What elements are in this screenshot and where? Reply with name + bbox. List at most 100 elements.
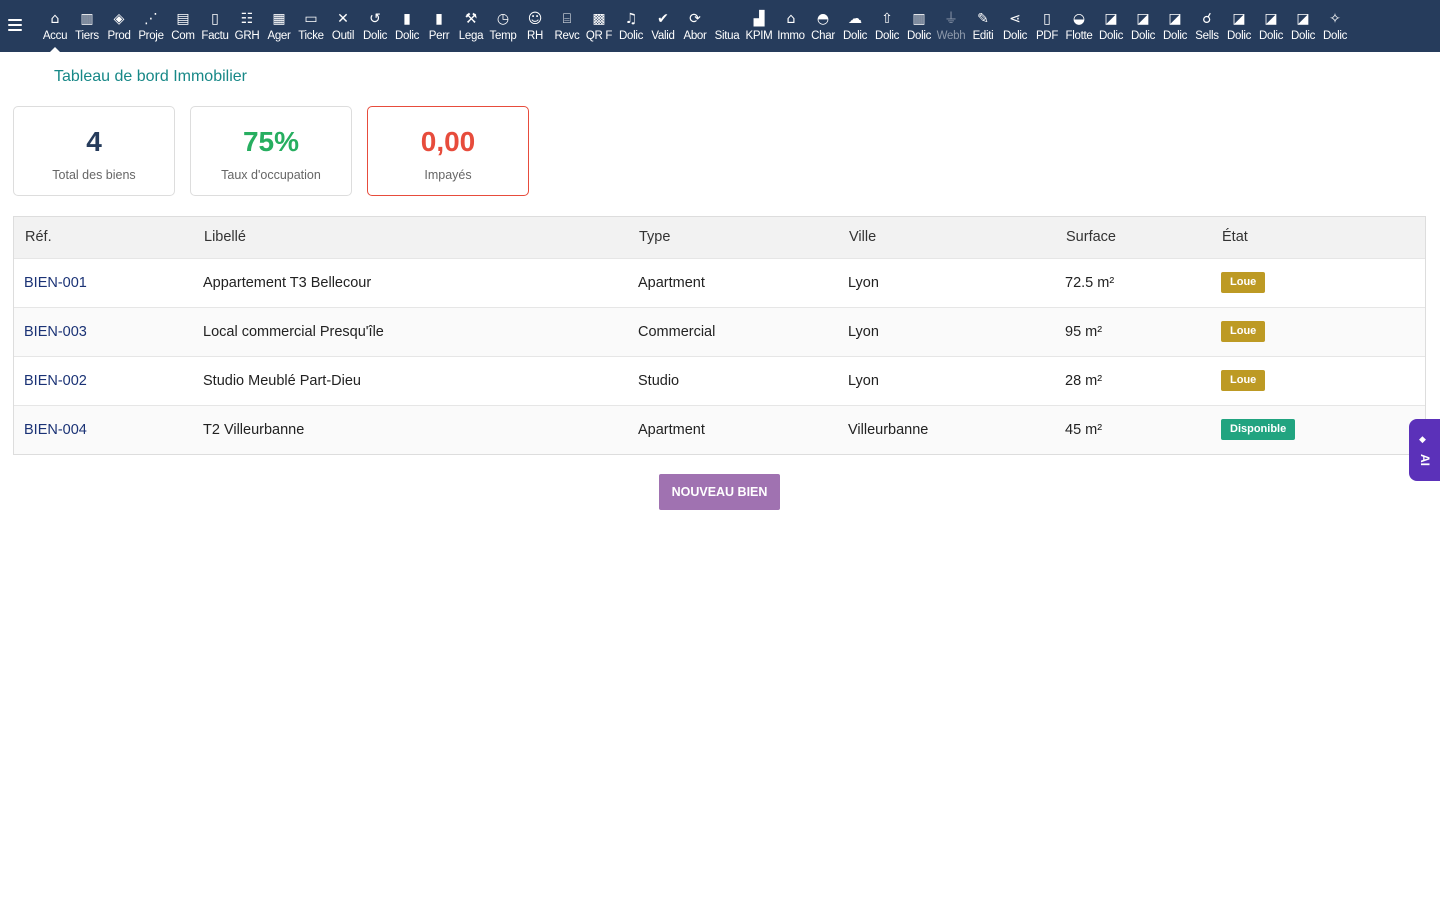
menu-item-3[interactable]: ⋰ Proje [135,0,167,52]
property-ref-link[interactable]: BIEN-004 [24,422,87,438]
menu-item-11[interactable]: ▮ Dolic [391,0,423,52]
menu-item-33[interactable]: ◪ Dolic [1095,0,1127,52]
ai-assistant-tab[interactable]: ◆ AI [1409,419,1440,481]
menu-item-label: QR F [585,30,613,42]
menu-item-21[interactable]: Situa [711,0,743,52]
menu-item-18[interactable]: ♫ Dolic [615,0,647,52]
top-menu-bar: ⌂ Accu ▥ Tiers ◈ Prod ⋰ Proje ▤ Com ▯ Factu ☷ GRH ▦ Age… [0,0,1440,52]
share-icon: ⋖ [1009,11,1021,27]
menu-item-35[interactable]: ◪ Dolic [1159,0,1191,52]
menu-item-37[interactable]: ◪ Dolic [1223,0,1255,52]
note-icon: ◪ [1136,11,1150,27]
column-header-city[interactable]: Ville [838,217,1055,258]
column-header-ref[interactable]: Réf. [14,217,193,258]
menu-item-25[interactable]: ☁ Dolic [839,0,871,52]
status-badge: Loue [1221,321,1266,342]
menu-item-16[interactable]: ⌸ Revc [551,0,583,52]
bar-chart-icon: ▟ [753,11,765,27]
column-header-type[interactable]: Type [628,217,838,258]
property-ref-link[interactable]: BIEN-002 [24,373,87,389]
plug-icon: ⏚ [944,11,958,27]
menu-item-9[interactable]: ✕ Outil [327,0,359,52]
menu-item-27[interactable]: ▥ Dolic [903,0,935,52]
menu-item-6[interactable]: ☷ GRH [231,0,263,52]
menu-item-26[interactable]: ⇧ Dolic [871,0,903,52]
menu-item-1[interactable]: ▥ Tiers [71,0,103,52]
menu-item-28[interactable]: ⏚ Webh [935,0,967,52]
menu-item-36[interactable]: ☌ Sells [1191,0,1223,52]
menu-item-10[interactable]: ↺ Dolic [359,0,391,52]
edit-icon: ✎ [977,11,989,27]
menu-item-13[interactable]: ⚒ Lega [455,0,487,52]
column-header-state[interactable]: État [1211,217,1425,258]
menu-item-label: Temp [489,30,517,42]
menu-item-0[interactable]: ⌂ Accu [39,0,71,52]
status-badge: Loue [1221,370,1266,391]
menu-item-38[interactable]: ◪ Dolic [1255,0,1287,52]
menu-item-23[interactable]: ⌂ Immo [775,0,807,52]
menu-item-5[interactable]: ▯ Factu [199,0,231,52]
menu-item-12[interactable]: ▮ Perr [423,0,455,52]
menu-item-label: Webh [936,30,966,42]
property-type: Apartment [638,421,705,438]
menu-item-39[interactable]: ◪ Dolic [1287,0,1319,52]
menu-item-24[interactable]: ◓ Char [807,0,839,52]
building-icon: ▥ [912,11,926,27]
menu-item-32[interactable]: ◒ Flotte [1063,0,1095,52]
menu-item-31[interactable]: ▯ PDF [1031,0,1063,52]
property-surface: 72.5 m² [1065,274,1115,291]
menu-item-label: Com [171,30,195,42]
menu-item-14[interactable]: ◷ Temp [487,0,519,52]
refresh-icon: ⟳ [689,11,701,27]
table-row: BIEN-003 Local commercial Presqu'île Com… [14,307,1425,356]
menu-item-label: Editi [972,30,994,42]
menu-item-19[interactable]: ✔ Valid [647,0,679,52]
property-label: Local commercial Presqu'île [203,323,384,340]
menu-item-20[interactable]: ⟳ Abor [679,0,711,52]
kpi-label: Total des biens [52,168,136,182]
menu-item-29[interactable]: ✎ Editi [967,0,999,52]
menu-item-7[interactable]: ▦ Ager [263,0,295,52]
cube-icon: ◈ [113,11,125,27]
menu-item-4[interactable]: ▤ Com [167,0,199,52]
property-type: Apartment [638,274,705,291]
property-city: Lyon [848,274,879,291]
upload-icon: ⇧ [881,11,893,27]
menu-item-8[interactable]: ▭ Ticke [295,0,327,52]
column-header-label[interactable]: Libellé [193,217,628,258]
handshake-icon: ☌ [1202,11,1212,27]
kpi-value: 0,00 [420,126,476,157]
menu-item-label: Outil [331,30,355,42]
menu-item-label: Tiers [75,30,99,42]
menu-item-label: Dolic [394,30,420,42]
property-city: Lyon [848,323,879,340]
property-type: Commercial [638,323,716,340]
property-ref-link[interactable]: BIEN-001 [24,275,87,291]
kpi-label: Impayés [424,168,472,182]
property-ref-link[interactable]: BIEN-003 [24,324,87,340]
menu-item-label: Dolic [1290,30,1316,42]
menu-item-label: Proje [138,30,164,42]
property-label: T2 Villeurbanne [203,421,305,438]
menu-item-17[interactable]: ▩ QR F [583,0,615,52]
calendar-icon: ▦ [272,11,286,27]
kpi-value: 4 [86,126,102,157]
menu-item-40[interactable]: ✧ Dolic [1319,0,1351,52]
menu-item-22[interactable]: ▟ KPIM [743,0,775,52]
new-property-button[interactable]: NOUVEAU BIEN [659,474,780,510]
menu-item-label: Dolic [874,30,900,42]
table-row: BIEN-001 Appartement T3 Bellecour Apartm… [14,258,1425,307]
menu-item-label: Prod [107,30,131,42]
gavel-icon: ⚒ [464,11,478,27]
helmet-icon: ◓ [816,11,830,27]
menu-item-15[interactable]: ☺ RH [519,0,551,52]
menu-item-30[interactable]: ⋖ Dolic [999,0,1031,52]
column-header-surface[interactable]: Surface [1055,217,1211,258]
menu-item-label: PDF [1035,30,1059,42]
menu-item-2[interactable]: ◈ Prod [103,0,135,52]
menu-item-label: Dolic [1258,30,1284,42]
hamburger-menu-icon[interactable] [8,16,26,36]
menu-item-label: Dolic [1098,30,1124,42]
menu-item-label: Valid [651,30,675,42]
menu-item-34[interactable]: ◪ Dolic [1127,0,1159,52]
